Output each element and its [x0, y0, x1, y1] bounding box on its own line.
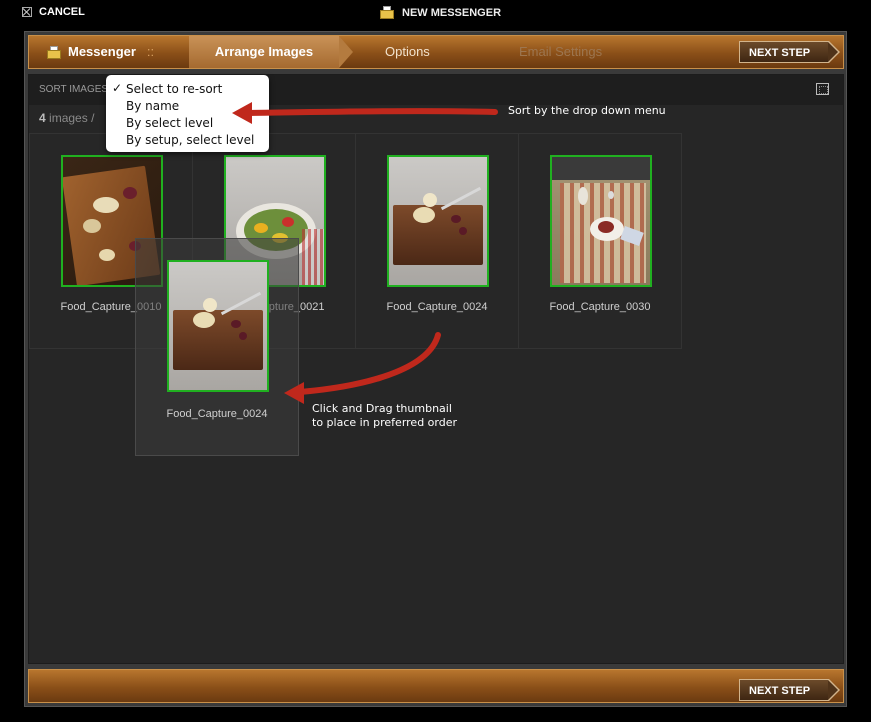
drag-hint-arrowhead	[284, 382, 304, 404]
drag-hint-arrow	[297, 332, 441, 395]
drag-hint-line-1: Click and Drag thumbnail	[312, 402, 452, 415]
drag-hint-text: Click and Drag thumbnail to place in pre…	[312, 402, 457, 430]
drag-hint-line-2: to place in preferred order	[312, 416, 458, 429]
sort-hint-arrow	[245, 108, 498, 116]
annotation-arrows	[232, 102, 498, 404]
sort-hint-arrowhead	[232, 102, 252, 124]
sort-hint-text: Sort by the drop down menu	[508, 104, 666, 117]
